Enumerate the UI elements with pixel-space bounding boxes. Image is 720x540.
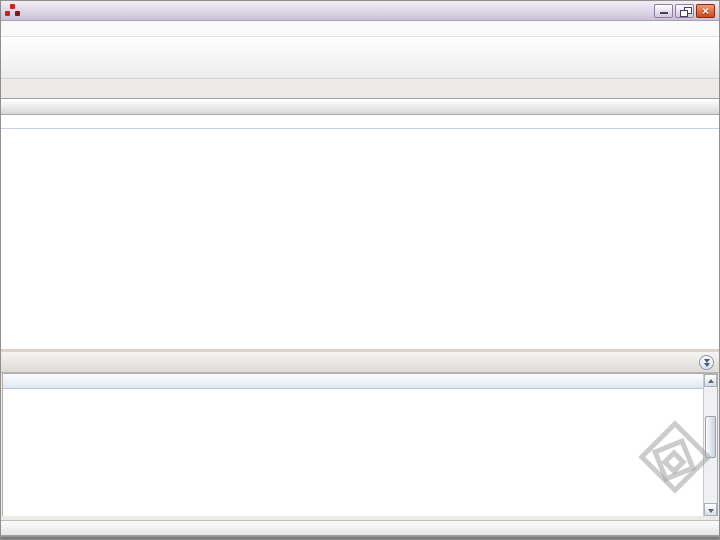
close-button[interactable] bbox=[696, 3, 715, 18]
grid-header-row bbox=[1, 99, 719, 115]
tasks-table-rows bbox=[3, 389, 717, 516]
projects-grid bbox=[1, 98, 719, 349]
scroll-down-button[interactable] bbox=[704, 503, 717, 516]
status-bar bbox=[1, 520, 719, 535]
grid-filter-row bbox=[1, 115, 719, 129]
toolbar bbox=[1, 37, 719, 79]
titlebar bbox=[1, 1, 719, 21]
minimize-button[interactable] bbox=[654, 3, 673, 18]
app-icon bbox=[5, 4, 20, 17]
menu-bar bbox=[1, 21, 719, 37]
tab-strip bbox=[1, 80, 719, 98]
vertical-scrollbar[interactable] bbox=[703, 374, 717, 516]
app-window bbox=[0, 0, 720, 540]
tasks-panel bbox=[1, 352, 719, 520]
tasks-panel-header bbox=[1, 352, 719, 373]
window-bottom-edge bbox=[1, 535, 719, 539]
collapse-panel-button[interactable] bbox=[699, 355, 714, 370]
tasks-table-header bbox=[3, 374, 717, 389]
scrollbar-thumb[interactable] bbox=[705, 416, 716, 458]
restore-button[interactable] bbox=[675, 3, 694, 18]
scroll-up-button[interactable] bbox=[704, 374, 717, 387]
tasks-table bbox=[2, 373, 718, 516]
